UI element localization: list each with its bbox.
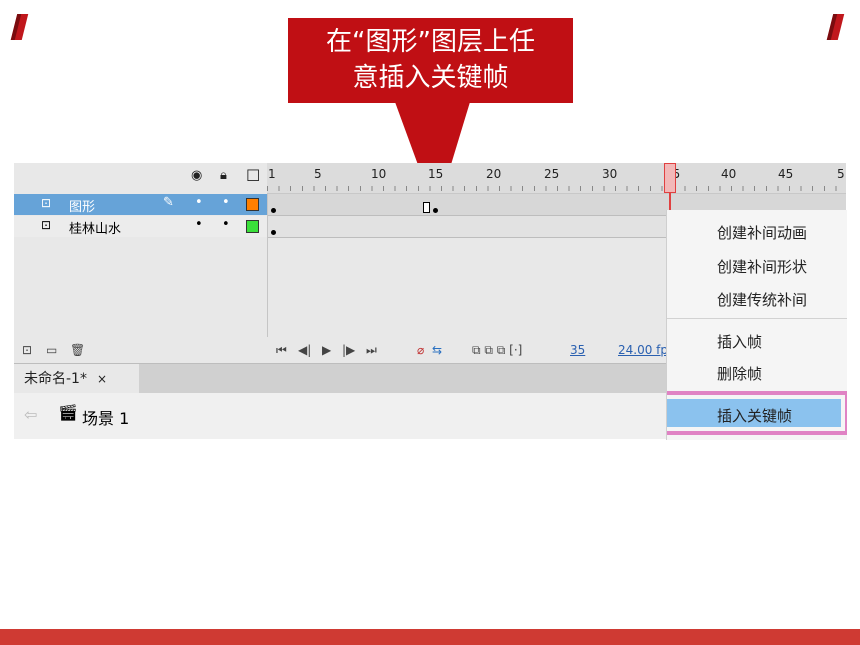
visibility-dot[interactable]: • bbox=[195, 195, 203, 210]
scene-label[interactable]: 场景 1 bbox=[82, 405, 129, 429]
step-forward-icon[interactable]: |▶ bbox=[342, 343, 355, 357]
layer-row-graphics[interactable]: ⊡ 图形 ✎ • • bbox=[14, 194, 267, 215]
menu-highlight-frame: 插入关键帧 bbox=[667, 391, 847, 435]
lock-dot[interactable]: • bbox=[222, 195, 230, 210]
menu-item-label: 插入关键帧 bbox=[717, 407, 793, 425]
visibility-dot[interactable]: • bbox=[195, 217, 203, 232]
menu-item-insert-keyframe[interactable]: 插入关键帧 bbox=[667, 399, 841, 427]
layer-name[interactable]: 图形 bbox=[69, 196, 95, 215]
menu-separator bbox=[667, 318, 847, 319]
layer-color-swatch[interactable] bbox=[246, 198, 259, 211]
new-layer-icon[interactable]: ⊡ bbox=[22, 343, 32, 357]
eye-icon[interactable]: ◉ bbox=[191, 168, 202, 183]
loop-icon[interactable]: ⇆ bbox=[432, 343, 442, 357]
outline-icon[interactable]: ☐ bbox=[246, 166, 260, 185]
menu-item-insert-frame[interactable]: 插入帧 bbox=[717, 331, 762, 352]
document-tab[interactable]: 未命名-1* × bbox=[14, 364, 139, 394]
footer-bar bbox=[0, 629, 860, 645]
ruler-label: 45 bbox=[778, 167, 794, 181]
context-menu: 创建补间动画 创建补间形状 创建传统补间 插入帧 删除帧 插入关键帧 bbox=[666, 210, 847, 440]
edit-multiple-icon[interactable]: ⧉ ⧉ ⧉ [·] bbox=[472, 343, 522, 358]
lock-dot[interactable]: • bbox=[222, 217, 230, 232]
keyframe-marker[interactable] bbox=[271, 230, 276, 235]
lock-icon[interactable]: 🔒︎ bbox=[220, 168, 227, 183]
ruler-label: 1 bbox=[268, 167, 276, 181]
layer-icon: ⊡ bbox=[41, 196, 52, 210]
onion-skin-icon[interactable]: ⌀ bbox=[417, 343, 424, 357]
back-arrow-icon[interactable]: ⇦ bbox=[24, 405, 37, 424]
new-folder-icon[interactable]: ▭ bbox=[46, 343, 57, 357]
current-frame[interactable]: 35 bbox=[570, 343, 585, 357]
go-last-icon[interactable]: ⏭ bbox=[366, 343, 377, 358]
frame-end-marker bbox=[423, 202, 430, 213]
layer-name[interactable]: 桂林山水 bbox=[69, 218, 121, 237]
keyframe-marker[interactable] bbox=[271, 208, 276, 213]
ruler-label: 15 bbox=[428, 167, 444, 181]
ruler-label: 5 bbox=[837, 167, 845, 181]
layer-color-swatch[interactable] bbox=[246, 220, 259, 233]
menu-item-create-classic-tween[interactable]: 创建传统补间 bbox=[717, 289, 807, 310]
playhead[interactable] bbox=[664, 163, 676, 193]
ruler-label: 40 bbox=[721, 167, 737, 181]
tab-label: 未命名-1* bbox=[24, 371, 87, 387]
menu-item-delete-frame[interactable]: 删除帧 bbox=[717, 363, 762, 384]
close-icon[interactable]: × bbox=[97, 372, 107, 386]
ruler-label: 5 bbox=[314, 167, 322, 181]
ruler-ticks bbox=[267, 186, 846, 191]
ruler-label: 20 bbox=[486, 167, 502, 181]
menu-item-create-shape-tween[interactable]: 创建补间形状 bbox=[717, 256, 807, 277]
ruler-label: 10 bbox=[371, 167, 387, 181]
frame-ruler[interactable]: 1 5 10 15 20 25 30 35 40 45 5 bbox=[267, 163, 846, 194]
clapperboard-icon: 🎬︎ bbox=[58, 403, 79, 422]
layer-icon: ⊡ bbox=[41, 218, 52, 232]
pencil-icon: ✎ bbox=[163, 195, 174, 210]
ruler-label: 30 bbox=[602, 167, 618, 181]
step-back-icon[interactable]: ◀| bbox=[298, 343, 311, 357]
ruler-label: 25 bbox=[544, 167, 560, 181]
menu-item-create-motion-tween[interactable]: 创建补间动画 bbox=[717, 222, 807, 243]
play-icon[interactable]: ▶ bbox=[322, 343, 331, 357]
layer-row-landscape[interactable]: ⊡ 桂林山水 • • bbox=[14, 216, 267, 237]
keyframe-marker[interactable] bbox=[433, 208, 438, 213]
go-first-icon[interactable]: ⏮ bbox=[276, 343, 287, 358]
frame-rate[interactable]: 24.00 fp bbox=[618, 343, 668, 357]
trash-icon[interactable]: 🗑︎ bbox=[70, 343, 85, 357]
